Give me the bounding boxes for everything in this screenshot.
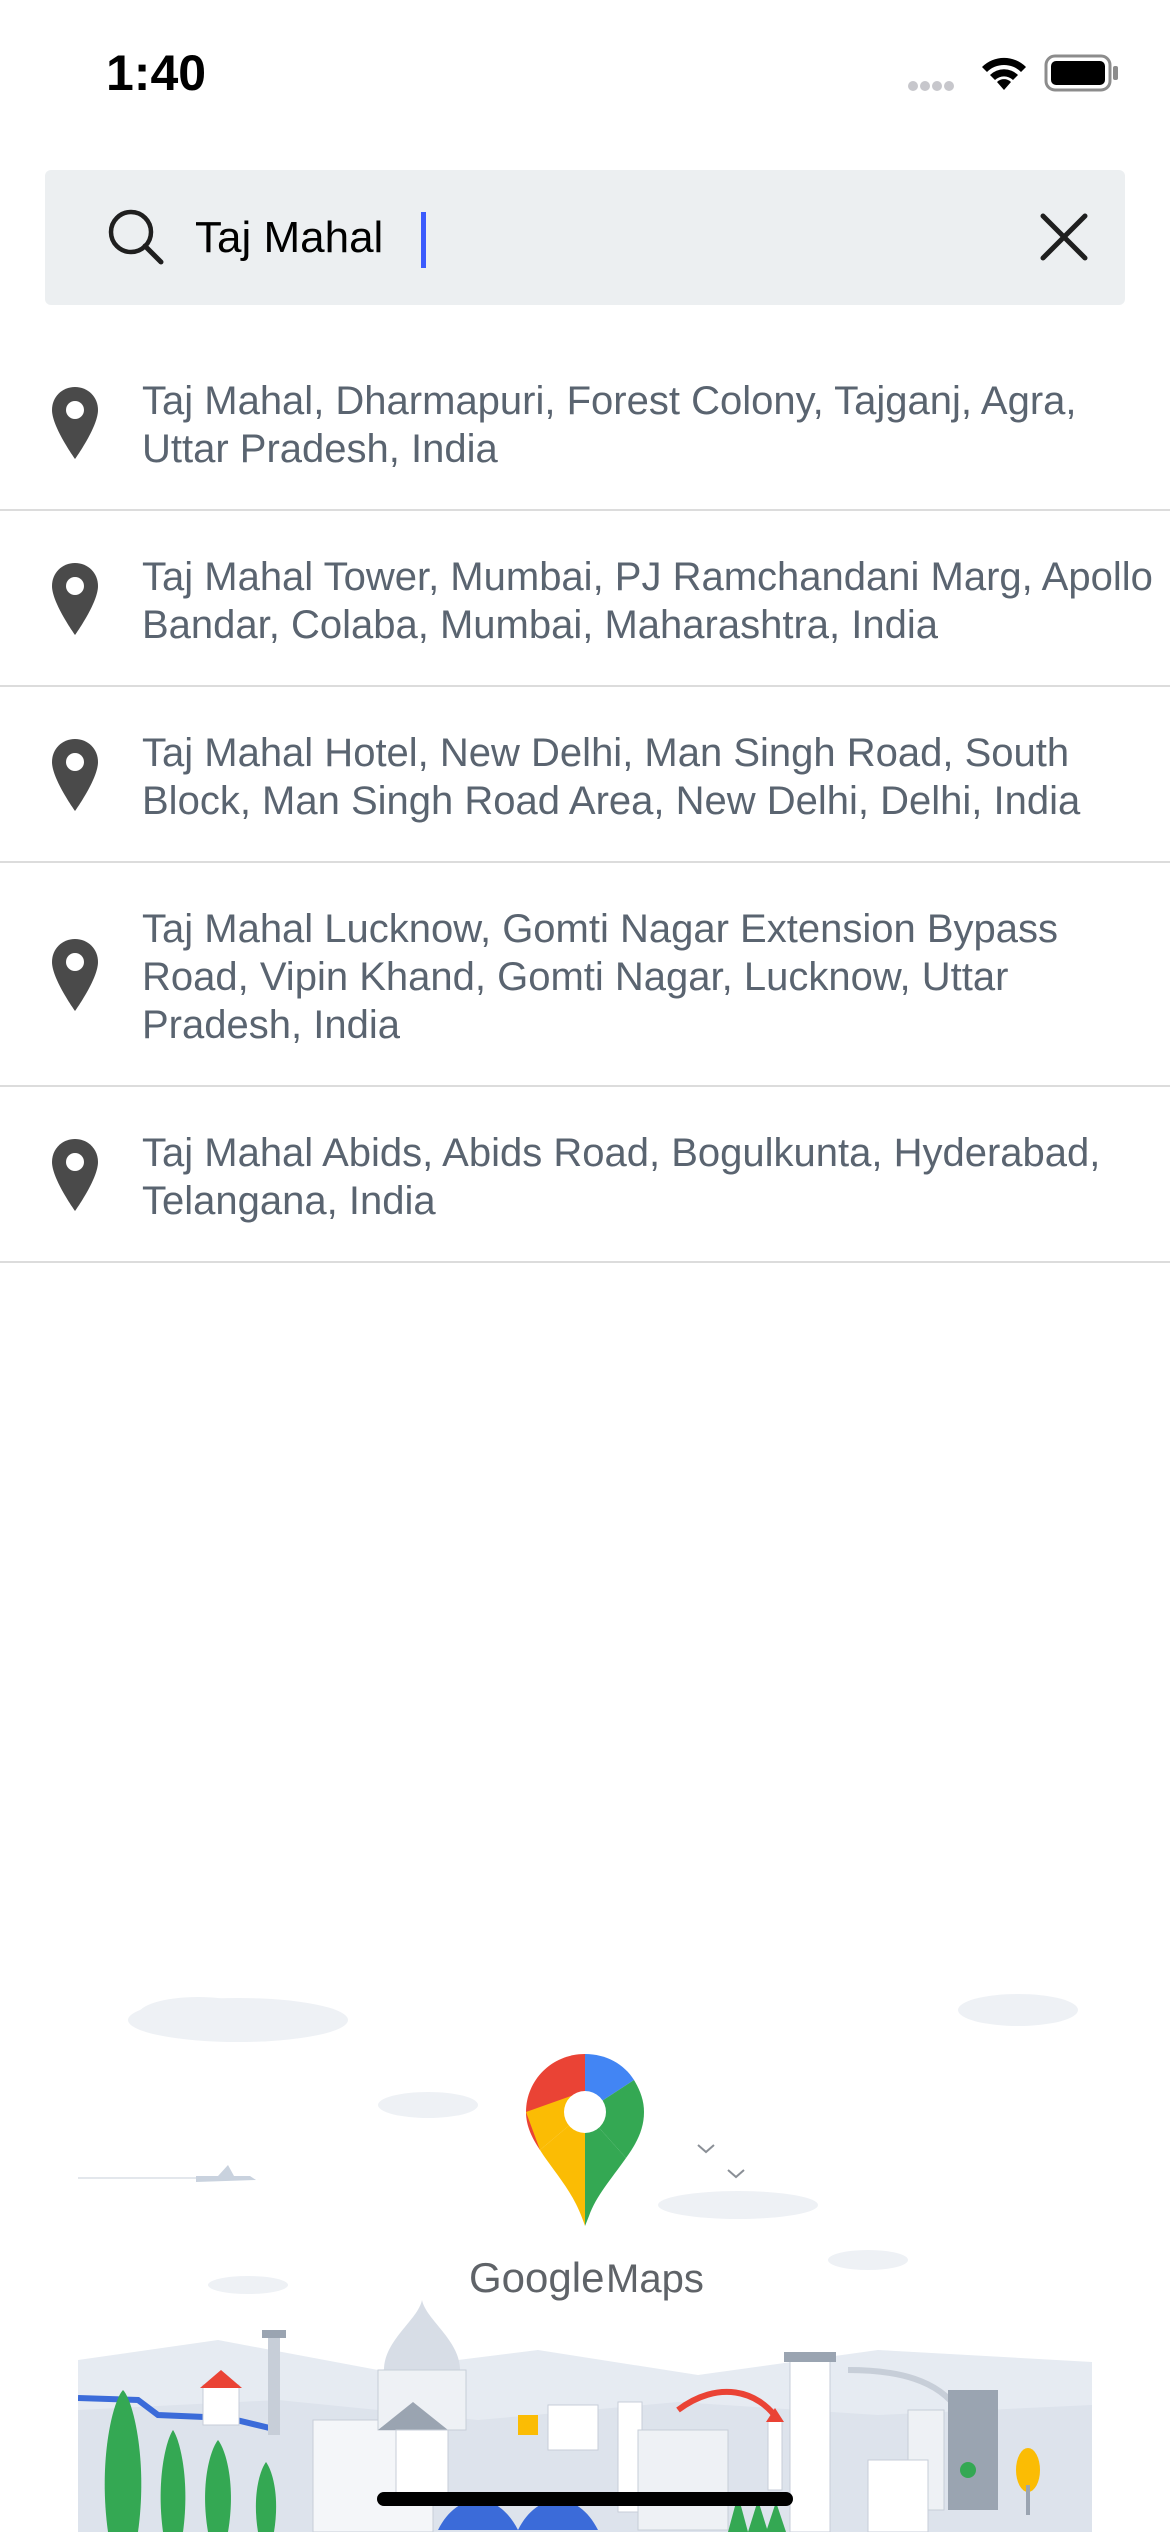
google-maps-illustration: Google Maps <box>78 1994 1092 2532</box>
location-pin-icon <box>52 1139 98 1211</box>
list-item[interactable]: Taj Mahal Abids, Abids Road, Bogulkunta,… <box>0 1087 1170 1263</box>
search-icon <box>108 209 164 265</box>
search-bar[interactable]: Taj Mahal <box>45 170 1125 305</box>
result-text: Taj Mahal Abids, Abids Road, Bogulkunta,… <box>142 1131 1101 1223</box>
search-input[interactable]: Taj Mahal <box>195 213 383 263</box>
list-item[interactable]: Taj Mahal Hotel, New Delhi, Man Singh Ro… <box>0 687 1170 863</box>
location-pin-icon <box>52 563 98 635</box>
maps-wordmark: Maps <box>606 2257 704 2301</box>
bird-icon <box>697 2144 715 2154</box>
close-icon[interactable] <box>1037 210 1091 264</box>
google-wordmark: Google <box>469 2254 604 2301</box>
google-maps-logo <box>526 2054 644 2226</box>
location-pin-icon <box>52 387 98 459</box>
result-text: Taj Mahal, Dharmapuri, Forest Colony, Ta… <box>142 379 1077 471</box>
status-bar: 1:40 <box>0 0 1170 150</box>
airplane-icon <box>78 2165 256 2182</box>
status-time: 1:40 <box>106 45 207 101</box>
result-text: Taj Mahal Tower, Mumbai, PJ Ramchandani … <box>142 555 1153 647</box>
battery-icon <box>1044 54 1118 92</box>
location-pin-icon <box>52 739 98 811</box>
result-text: Taj Mahal Hotel, New Delhi, Man Singh Ro… <box>142 731 1081 823</box>
list-item[interactable]: Taj Mahal, Dharmapuri, Forest Colony, Ta… <box>0 335 1170 511</box>
wifi-icon <box>982 57 1026 90</box>
result-text: Taj Mahal Lucknow, Gomti Nagar Extension… <box>142 907 1058 1047</box>
search-results-list: Taj Mahal, Dharmapuri, Forest Colony, Ta… <box>0 335 1170 1263</box>
text-cursor <box>421 212 426 268</box>
list-item[interactable]: Taj Mahal Tower, Mumbai, PJ Ramchandani … <box>0 511 1170 687</box>
cellular-signal-icon <box>908 78 956 96</box>
bird-icon <box>727 2169 745 2179</box>
location-pin-icon <box>52 939 98 1011</box>
list-item[interactable]: Taj Mahal Lucknow, Gomti Nagar Extension… <box>0 863 1170 1087</box>
home-indicator <box>377 2492 793 2506</box>
